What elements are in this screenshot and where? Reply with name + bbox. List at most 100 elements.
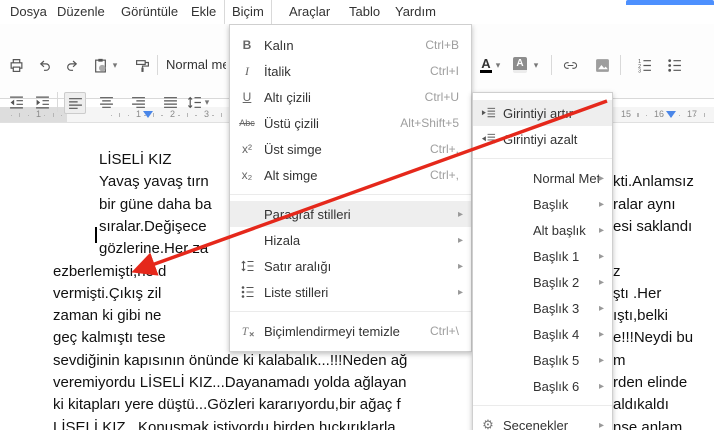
ruler-tick xyxy=(196,115,197,116)
paste-dropdown-icon[interactable]: ▾ xyxy=(110,55,120,75)
styles-submenu-item-başlık[interactable]: Başlık ▸ xyxy=(473,191,612,217)
document-text-line: ki kitapları yere düştü...Gözleri kararı… xyxy=(53,396,401,413)
format-menu-item-biçimlendirmeyi-temizle[interactable]: T Biçimlendirmeyi temizle Ctrl+\ xyxy=(230,318,471,344)
numbered-list-icon[interactable]: 123 xyxy=(634,55,654,75)
subscript-icon: x₂ xyxy=(241,168,253,182)
ruler-tick xyxy=(695,115,696,116)
line-spacing-icon[interactable] xyxy=(184,92,204,112)
paint-format-icon[interactable] xyxy=(132,55,152,75)
menubar-item-ekle[interactable]: Ekle xyxy=(184,0,223,24)
print-icon[interactable] xyxy=(6,55,26,75)
paragraph-styles-submenu: Girintiyi artır Girintiyi azalt Normal Met… xyxy=(472,92,613,430)
google-docs-window: LİSELİ KIZ Yavaş yavaş tırn kti.Anlamsız bi… xyxy=(0,0,714,430)
menubar-item-araçlar[interactable]: Araçlar xyxy=(282,0,337,24)
indent-marker-right[interactable] xyxy=(666,111,676,118)
align-center-icon[interactable] xyxy=(96,92,116,112)
menu-separator xyxy=(230,194,471,195)
format-menu-item-i-talik[interactable]: I İtalik Ctrl+I xyxy=(230,58,471,84)
highlight-color-icon[interactable]: A xyxy=(510,55,530,75)
format-menu-item-altı-çizili[interactable]: U Altı çizili Ctrl+U xyxy=(230,84,471,110)
outdent-icon[interactable] xyxy=(6,92,26,112)
menu-item-label: Girintiyi artır xyxy=(503,105,574,121)
document-text-line: geç kalmıştı tese xyxy=(53,329,166,346)
indent-icon[interactable] xyxy=(32,92,52,112)
ruler-tick xyxy=(128,115,129,116)
paragraph-style-selector[interactable]: Normal me... xyxy=(166,55,226,75)
highlight-dropdown-icon[interactable]: ▾ xyxy=(531,55,541,75)
styles-submenu-item-seçenekler[interactable]: ⚙ Seçenekler ▸ xyxy=(473,412,612,430)
format-menu-item-üstü-çizili[interactable]: Abc Üstü çizili Alt+Shift+5 xyxy=(230,110,471,136)
menu-bar: Dosya Düzenle Görüntüle Ekle Biçim Araçlar Tab… xyxy=(0,0,714,24)
indent-marker-left[interactable] xyxy=(143,111,153,118)
submenu-arrow-icon: ▸ xyxy=(457,260,463,272)
submenu-arrow-icon: ▸ xyxy=(598,354,604,366)
format-menu-item-alt-simge[interactable]: x₂ Alt simge Ctrl+, xyxy=(230,162,471,188)
document-text-fragment: ştı .Her xyxy=(613,285,662,302)
ruler-number: 16 xyxy=(654,109,665,119)
document-text-line: vermişti.Çıkış zil xyxy=(53,285,162,302)
paste-icon[interactable] xyxy=(90,55,110,75)
menu-item-label: Başlık 3 xyxy=(533,300,580,316)
menu-separator xyxy=(230,311,471,312)
document-text-line: gözlerine.Her za xyxy=(99,240,209,257)
undo-icon[interactable] xyxy=(34,55,54,75)
document-text-line: sevdiğinin kapısının önünde ki kalabalık… xyxy=(53,352,408,369)
document-text-line: ezberlemişti,ne d xyxy=(53,263,167,280)
document-text-line: zaman ki gibi ne xyxy=(53,307,162,324)
document-text-fragment: z xyxy=(613,263,621,280)
menubar-item-dosya[interactable]: Dosya xyxy=(3,0,54,24)
line-spacing-dropdown-icon[interactable]: ▾ xyxy=(202,92,212,112)
indent-decrease-icon xyxy=(473,132,503,146)
underline-icon: U xyxy=(242,90,252,104)
gear-icon: ⚙ xyxy=(482,417,494,430)
format-menu-item-üst-simge[interactable]: x² Üst simge Ctrl+. xyxy=(230,136,471,162)
ruler-tick xyxy=(28,115,29,116)
submenu-arrow-icon: ▸ xyxy=(598,172,604,184)
ruler-tick xyxy=(11,115,12,116)
format-menu-item-satır-aralığı[interactable]: Satır aralığı ▸ xyxy=(230,253,471,279)
bulleted-list-icon[interactable] xyxy=(664,55,684,75)
styles-submenu-item-alt-başlık[interactable]: Alt başlık ▸ xyxy=(473,217,612,243)
image-icon[interactable] xyxy=(592,55,612,75)
document-title: LİSELİ KIZ xyxy=(99,151,172,168)
menubar-item-yardım[interactable]: Yardım xyxy=(388,0,443,24)
styles-submenu-item-başlık-1[interactable]: Başlık 1 ▸ xyxy=(473,243,612,269)
ruler-tick xyxy=(111,115,112,116)
format-menu-item-paragraf-stilleri[interactable]: Paragraf stilleri ▸ xyxy=(230,201,471,227)
align-left-icon[interactable] xyxy=(64,92,86,114)
align-justify-icon[interactable] xyxy=(160,92,180,112)
menu-item-label: Başlık 6 xyxy=(533,378,580,394)
menubar-item-tablo[interactable]: Tablo xyxy=(342,0,387,24)
menubar-item-düzenle[interactable]: Düzenle xyxy=(50,0,112,24)
document-text-fragment: aldıkaldı xyxy=(613,396,669,413)
superscript-icon: x² xyxy=(242,142,252,156)
redo-icon[interactable] xyxy=(62,55,82,75)
submenu-arrow-icon: ▸ xyxy=(598,380,604,392)
styles-submenu-item-başlık-3[interactable]: Başlık 3 ▸ xyxy=(473,295,612,321)
styles-submenu-item-girintiyi-artır[interactable]: Girintiyi artır xyxy=(473,100,612,126)
format-menu-item-kalın[interactable]: B Kalın Ctrl+B xyxy=(230,32,471,58)
styles-submenu-item-başlık-4[interactable]: Başlık 4 ▸ xyxy=(473,321,612,347)
list-styles-icon xyxy=(230,285,264,299)
document-text-line: veremiyordu LİSELİ KIZ...Dayanamadı yold… xyxy=(53,374,407,391)
text-color-dropdown-icon[interactable]: ▾ xyxy=(493,55,503,75)
menu-item-label: Alt başlık xyxy=(533,222,586,238)
styles-submenu-item-girintiyi-azalt[interactable]: Girintiyi azalt xyxy=(473,126,612,152)
menubar-item-görüntüle[interactable]: Görüntüle xyxy=(114,0,185,24)
styles-submenu-item-başlık-5[interactable]: Başlık 5 ▸ xyxy=(473,347,612,373)
styles-submenu-item-normal-metin[interactable]: Normal Metin▸ xyxy=(473,165,612,191)
ruler-tick xyxy=(704,113,705,117)
strikethrough-icon: Abc xyxy=(239,118,255,128)
link-icon[interactable] xyxy=(560,55,580,75)
menu-item-shortcut: Ctrl+U xyxy=(424,90,459,104)
format-menu-item-hizala[interactable]: Hizala ▸ xyxy=(230,227,471,253)
document-text-fragment: rden elinde xyxy=(613,374,688,391)
format-menu-item-liste-stilleri[interactable]: Liste stilleri ▸ xyxy=(230,279,471,305)
styles-submenu-item-başlık-2[interactable]: Başlık 2 ▸ xyxy=(473,269,612,295)
align-right-icon[interactable] xyxy=(128,92,148,112)
styles-submenu-item-başlık-6[interactable]: Başlık 6 ▸ xyxy=(473,373,612,399)
ruler-tick xyxy=(119,113,120,117)
submenu-arrow-icon: ▸ xyxy=(457,234,463,246)
share-button-edge[interactable] xyxy=(626,0,714,5)
menubar-item-biçim[interactable]: Biçim xyxy=(224,0,272,24)
